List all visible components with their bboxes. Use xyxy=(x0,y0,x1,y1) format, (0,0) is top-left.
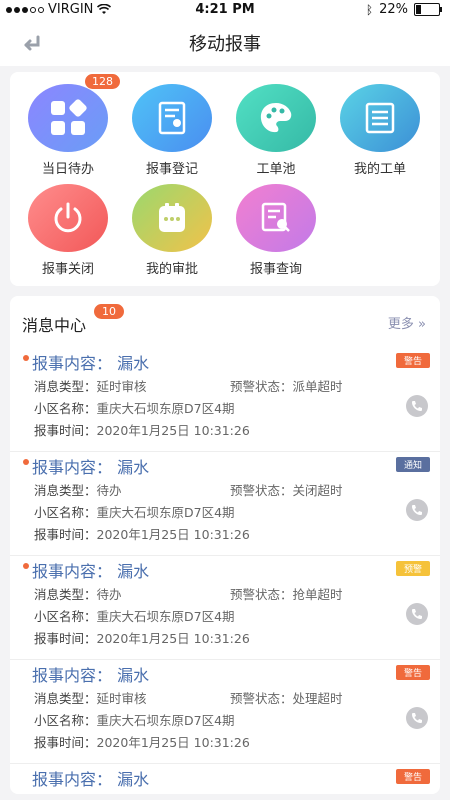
message-type: 消息类型：延时审核 xyxy=(34,691,147,706)
phone-icon[interactable] xyxy=(406,707,428,729)
community-name: 小区名称：重庆大石坝东原D7区4期 xyxy=(34,713,235,728)
unread-dot xyxy=(23,563,29,569)
message-item[interactable]: 报事内容： 漏水 通知 消息类型：待办 预警状态：关闭超时 小区名称：重庆大石坝… xyxy=(10,452,440,556)
phone-icon[interactable] xyxy=(406,603,428,625)
report-time: 报事时间：2020年1月25日 10:31:26 xyxy=(34,631,250,646)
todo-count-badge: 128 xyxy=(85,74,120,89)
grid-item-report-query[interactable]: 报事查询 xyxy=(224,184,328,277)
message-content: 报事内容： 漏水 xyxy=(32,666,150,685)
battery-percent: 22% xyxy=(379,2,408,17)
power-icon xyxy=(28,184,108,252)
page-title: 移动报事 xyxy=(189,34,261,55)
grid-label: 报事关闭 xyxy=(41,262,94,277)
grid-label: 我的审批 xyxy=(145,262,198,277)
search-document-icon xyxy=(236,184,316,252)
message-type: 消息类型：待办 xyxy=(34,483,122,498)
nav-bar: 移动报事 xyxy=(0,20,450,66)
message-center: 消息中心 10 更多 » 报事内容： 漏水 警告 消息类型：延时审核 预警状态：… xyxy=(10,296,440,794)
grid-item-today-todo[interactable]: 128 当日待办 xyxy=(16,74,120,177)
message-type: 消息类型：待办 xyxy=(34,587,122,602)
bluetooth-icon: ᛒ xyxy=(365,2,374,17)
message-item[interactable]: 报事内容： 漏水 警告 xyxy=(10,764,440,794)
message-content: 报事内容： 漏水 xyxy=(32,770,150,789)
community-name: 小区名称：重庆大石坝东原D7区4期 xyxy=(34,609,235,624)
alert-status: 预警状态：抢单超时 xyxy=(230,587,343,602)
message-tag: 预警 xyxy=(395,561,430,576)
phone-icon[interactable] xyxy=(406,499,428,521)
message-center-title: 消息中心 xyxy=(22,316,87,335)
grid-item-work-order-pool[interactable]: 工单池 xyxy=(224,84,328,177)
grid-item-close-report[interactable]: 报事关闭 xyxy=(16,184,120,277)
message-tag: 警告 xyxy=(395,769,430,784)
grid-label: 我的工单 xyxy=(353,162,406,177)
message-item[interactable]: 报事内容： 漏水 预警 消息类型：待办 预警状态：抢单超时 小区名称：重庆大石坝… xyxy=(10,556,440,660)
message-item[interactable]: 报事内容： 漏水 警告 消息类型：延时审核 预警状态：派单超时 小区名称：重庆大… xyxy=(10,348,440,452)
community-name: 小区名称：重庆大石坝东原D7区4期 xyxy=(34,505,235,520)
grid-item-my-work-order[interactable]: 我的工单 xyxy=(328,84,432,177)
message-type: 消息类型：延时审核 xyxy=(34,379,147,394)
back-icon[interactable] xyxy=(20,32,44,56)
report-time: 报事时间：2020年1月25日 10:31:26 xyxy=(34,735,250,750)
message-count-badge: 10 xyxy=(94,304,124,319)
grid-item-report-register[interactable]: 报事登记 xyxy=(120,84,224,177)
grid-item-my-approval[interactable]: 我的审批 xyxy=(120,184,224,277)
alert-status: 预警状态：派单超时 xyxy=(230,379,343,394)
function-grid: 128 当日待办 报事登记 工单池 我的工单 报事关闭 我的审批 报事查询 xyxy=(10,72,440,286)
message-tag: 警告 xyxy=(395,665,430,680)
report-time: 报事时间：2020年1月25日 10:31:26 xyxy=(34,527,250,542)
alert-status: 预警状态：处理超时 xyxy=(230,691,343,706)
battery-icon xyxy=(414,3,442,16)
apps-icon: 128 xyxy=(28,74,120,152)
grid-label: 当日待办 xyxy=(41,162,94,177)
status-right: ᛒ 22% xyxy=(365,2,442,17)
list-icon xyxy=(340,84,420,152)
message-content: 报事内容： 漏水 xyxy=(32,562,150,581)
community-name: 小区名称：重庆大石坝东原D7区4期 xyxy=(34,401,235,416)
grid-label: 报事登记 xyxy=(145,162,198,177)
unread-dot xyxy=(23,459,29,465)
message-tag: 警告 xyxy=(395,353,430,368)
grid-label: 工单池 xyxy=(256,162,296,177)
certificate-icon xyxy=(132,84,212,152)
phone-icon[interactable] xyxy=(406,395,428,417)
more-link[interactable]: 更多 » xyxy=(388,313,426,332)
message-item[interactable]: 报事内容： 漏水 警告 消息类型：延时审核 预警状态：处理超时 小区名称：重庆大… xyxy=(10,660,440,764)
message-content: 报事内容： 漏水 xyxy=(32,458,150,477)
message-tag: 通知 xyxy=(395,457,430,472)
clipboard-icon xyxy=(132,184,212,252)
grid-label: 报事查询 xyxy=(249,262,302,277)
report-time: 报事时间：2020年1月25日 10:31:26 xyxy=(34,423,250,438)
message-center-header: 消息中心 10 更多 » xyxy=(10,296,440,348)
message-content: 报事内容： 漏水 xyxy=(32,354,150,373)
palette-icon xyxy=(236,84,316,152)
alert-status: 预警状态：关闭超时 xyxy=(230,483,343,498)
status-bar: VIRGIN 4:21 PM ᛒ 22% xyxy=(0,0,450,20)
unread-dot xyxy=(23,355,29,361)
